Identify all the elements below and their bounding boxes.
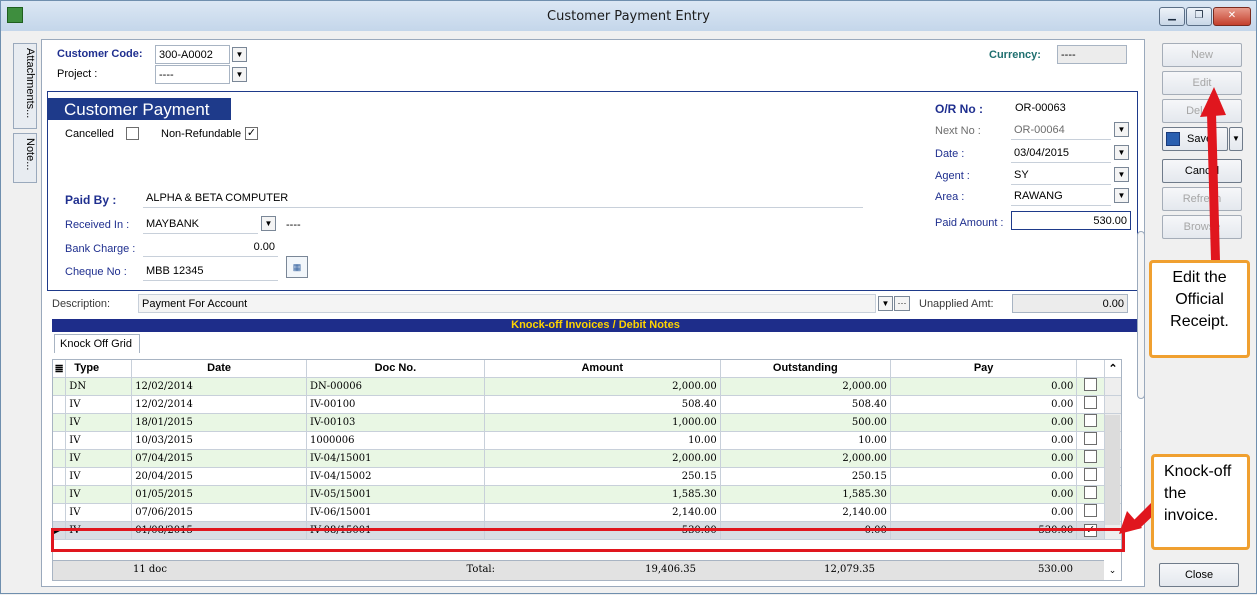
- callout-edit-official-receipt: Edit the Official Receipt.: [1149, 260, 1250, 358]
- edit-arrow-head: [1200, 87, 1226, 117]
- edit-arrow-shaft: [1207, 113, 1220, 261]
- customer-payment-window: Customer Payment Entry ▁ ❐ ✕ Attachments…: [0, 0, 1257, 594]
- callout-knockoff-invoice: Knock-off the invoice.: [1151, 454, 1250, 550]
- annotation-arrows: [1119, 87, 1226, 534]
